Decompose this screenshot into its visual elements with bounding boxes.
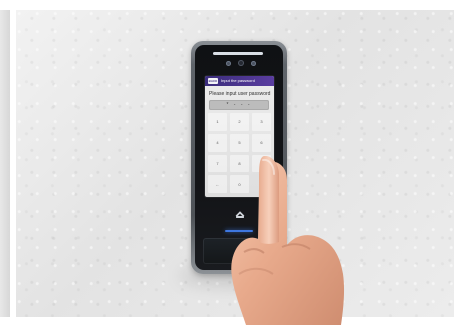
touch-screen: BACK Input the password Please input use… (205, 76, 274, 197)
back-button[interactable]: BACK (208, 78, 218, 84)
screen-header: BACK Input the password (205, 76, 274, 86)
keypad-key-6[interactable]: 6 (252, 133, 271, 152)
keypad-empty-slot (252, 175, 271, 193)
screen-title: Input the password (221, 78, 255, 83)
photo-scene: BACK Input the password Please input use… (0, 0, 459, 325)
sensor-icon (226, 60, 231, 66)
numeric-keypad: 1 2 3 4 5 6 7 8 9 ← 0 (208, 113, 271, 193)
left-arrow-icon[interactable]: ← (208, 175, 227, 193)
keypad-key-5[interactable]: 5 (230, 133, 249, 152)
sensor-row (226, 58, 256, 68)
camera-icon (238, 60, 244, 66)
keypad-key-8[interactable]: 8 (230, 154, 249, 173)
card-reader-icon (234, 208, 246, 220)
password-field[interactable]: * - - - (209, 100, 269, 110)
keypad-key-0[interactable]: 0 (230, 175, 249, 193)
password-prompt: Please input user password (209, 91, 271, 97)
keypad-key-2[interactable]: 2 (230, 113, 249, 131)
password-value: * - - - (226, 102, 252, 108)
keypad-key-3[interactable]: 3 (252, 113, 271, 131)
sensor-icon (251, 60, 256, 66)
top-light-bar (213, 52, 263, 55)
keypad-key-9[interactable]: 9 (252, 154, 271, 173)
keypad-key-4[interactable]: 4 (208, 133, 227, 152)
access-control-device: BACK Input the password Please input use… (191, 41, 287, 274)
left-wall-strip (0, 10, 10, 317)
device-face: BACK Input the password Please input use… (195, 45, 283, 270)
keypad-key-7[interactable]: 7 (208, 154, 227, 173)
keypad-key-1[interactable]: 1 (208, 113, 227, 131)
lower-reader-panel (203, 238, 275, 264)
status-accent-line (225, 230, 253, 232)
